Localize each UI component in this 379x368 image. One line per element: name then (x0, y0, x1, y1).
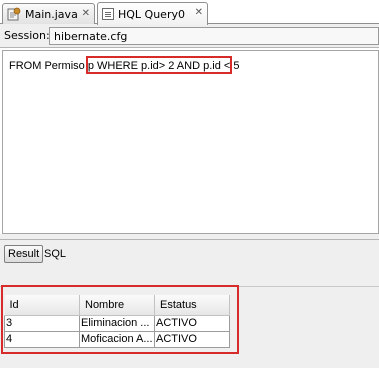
editor-tab-strip: Main.java ✕ HQL Query0 ✕ (0, 0, 379, 25)
session-toolbar: Session: hibernate.cfg (0, 24, 379, 48)
tab-hql-query[interactable]: HQL Query0 ✕ (97, 2, 208, 25)
tab-label: Main.java (25, 7, 78, 21)
query-highlight-box (86, 56, 232, 74)
java-file-icon (7, 7, 21, 21)
tab-label: HQL Query0 (118, 7, 185, 21)
tab-result[interactable]: Result (4, 245, 44, 263)
close-icon[interactable]: ✕ (195, 7, 203, 18)
query-prefix: FROM Permiso p (9, 60, 98, 72)
hql-query-icon (102, 8, 114, 20)
close-icon[interactable]: ✕ (82, 8, 90, 19)
tab-main-java[interactable]: Main.java ✕ (2, 3, 95, 24)
results-highlight-box (1, 285, 239, 354)
session-select[interactable]: hibernate.cfg (49, 27, 379, 45)
session-label: Session: (4, 29, 50, 42)
tab-sql[interactable]: SQL (44, 248, 66, 260)
hql-query-editor[interactable]: FROM Permiso p WHERE p.id> 2 AND p.id < … (2, 50, 379, 234)
